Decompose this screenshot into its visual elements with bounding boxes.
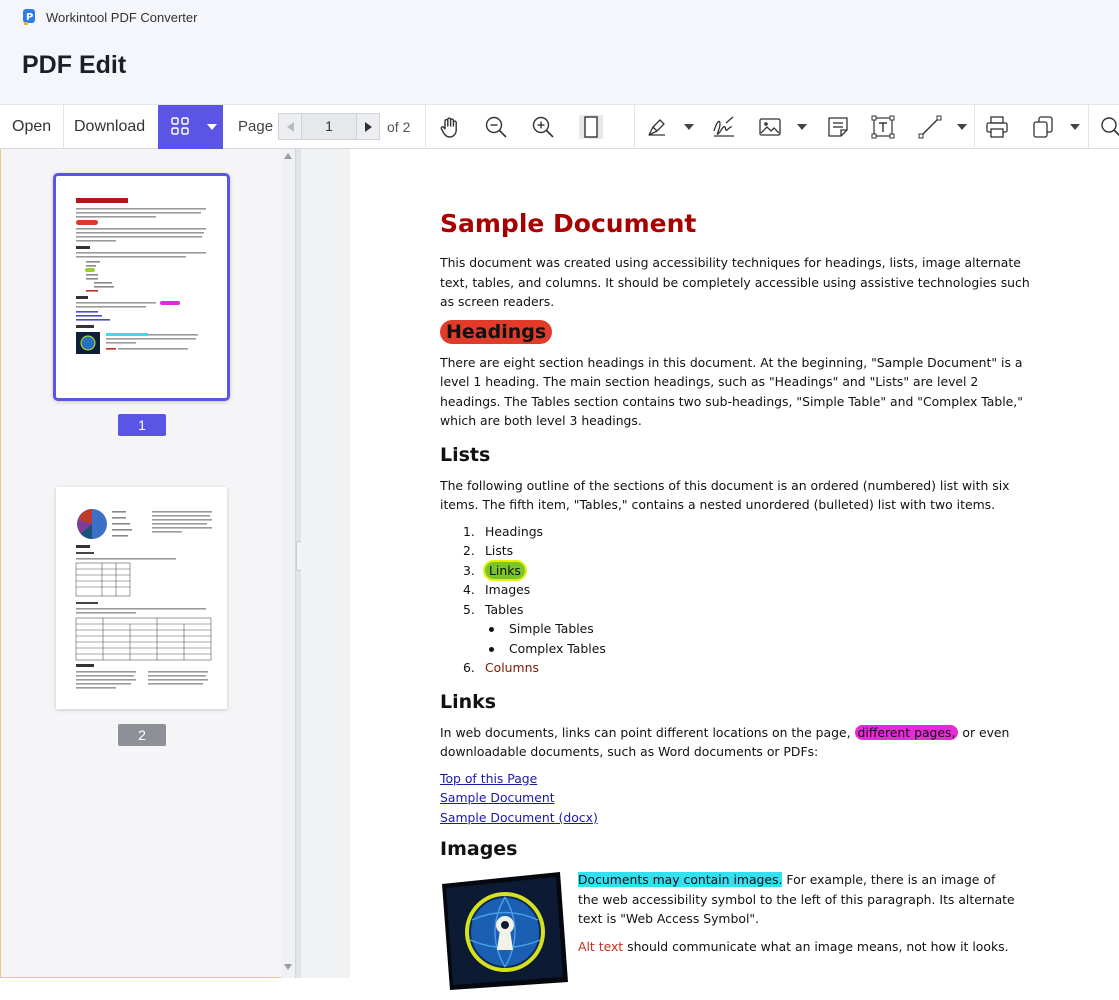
- list-item: 1. Headings: [463, 523, 544, 539]
- title-bar: P Workintool PDF Converter: [0, 0, 1119, 34]
- page-number-badge-2[interactable]: 2: [118, 724, 166, 746]
- chevron-down-icon[interactable]: [797, 124, 807, 130]
- link-sample-document-docx[interactable]: Sample Document (docx): [440, 808, 1040, 828]
- sidebar-scrollbar[interactable]: [281, 149, 295, 978]
- fit-page-icon[interactable]: [579, 115, 603, 139]
- search-icon[interactable]: [1099, 115, 1119, 139]
- chevron-down-icon[interactable]: [684, 124, 694, 130]
- pdf-page: Sample Document This document was create…: [350, 149, 1119, 990]
- signature-icon[interactable]: [712, 115, 736, 139]
- app-logo-icon: P: [23, 9, 35, 25]
- header: PDF Edit: [0, 34, 1119, 104]
- open-button[interactable]: Open: [12, 105, 51, 149]
- thumbnail-view-button[interactable]: [158, 105, 223, 149]
- headings-section-title: Headings: [440, 319, 553, 344]
- image-description: Documents may contain images. For exampl…: [578, 872, 1015, 954]
- link-sample-document[interactable]: Sample Document: [440, 788, 1040, 808]
- document-title: Sample Document: [440, 209, 697, 238]
- highlight-icon[interactable]: [645, 115, 669, 139]
- links-section-title: Links: [440, 690, 497, 713]
- toolbar-divider: [634, 105, 635, 149]
- list-item: 6. Columns: [463, 660, 539, 675]
- print-icon[interactable]: [985, 115, 1009, 139]
- image-highlight-text: Documents may contain images.: [578, 872, 783, 887]
- chevron-down-icon[interactable]: [1070, 124, 1080, 130]
- next-page-button[interactable]: [357, 114, 379, 139]
- page-title: PDF Edit: [22, 51, 127, 79]
- toolbar-divider: [974, 105, 975, 149]
- toolbar-divider: [425, 105, 426, 149]
- scroll-down-icon[interactable]: [284, 964, 292, 970]
- page-navigator: 1: [278, 113, 380, 140]
- page-thumbnail-2[interactable]: [56, 487, 227, 709]
- headings-paragraph: There are eight section headings in this…: [440, 354, 1023, 429]
- list-item: 2. Lists: [463, 543, 514, 558]
- list-item: 3. Links: [463, 561, 1040, 581]
- zoom-out-icon[interactable]: [484, 115, 508, 139]
- copy-icon[interactable]: [1031, 115, 1055, 139]
- toolbar: Open Download Page 1 of 2: [0, 104, 1119, 149]
- toolbar-divider: [63, 105, 64, 149]
- intro-paragraph: This document was created using accessib…: [440, 255, 1030, 309]
- chevron-down-icon[interactable]: [207, 124, 217, 130]
- page-1-preview: [76, 198, 206, 354]
- document-content: Sample Document This document was create…: [440, 209, 1040, 1000]
- links-paragraph: In web documents, links can point differ…: [440, 724, 1010, 759]
- grid-icon: [171, 117, 189, 135]
- scroll-up-icon[interactable]: [284, 153, 292, 159]
- page-label: Page: [238, 118, 274, 135]
- hand-icon[interactable]: [438, 115, 462, 139]
- toolbar-divider: [1088, 105, 1089, 149]
- list-item: Simple Tables: [487, 619, 1040, 639]
- page-2-preview: [75, 509, 212, 689]
- page-thumbnail-1[interactable]: [53, 173, 230, 401]
- images-section-title: Images: [440, 838, 518, 860]
- web-access-symbol-image: [442, 872, 568, 990]
- list-item: Complex Tables: [487, 639, 1040, 659]
- list-item: 5. Tables: [463, 601, 524, 617]
- svg-text:P: P: [26, 12, 33, 23]
- note-icon[interactable]: [826, 115, 850, 139]
- lists-paragraph: The following outline of the sections of…: [440, 477, 1010, 513]
- page-number-input[interactable]: 1: [301, 114, 357, 139]
- page-number-badge-1[interactable]: 1: [118, 414, 166, 436]
- nested-bullet-list: Simple Tables Complex Tables: [487, 619, 1040, 658]
- line-icon[interactable]: [918, 115, 942, 139]
- chevron-down-icon[interactable]: [957, 124, 967, 130]
- image-icon[interactable]: [758, 115, 782, 139]
- thumbnail-sidebar: 1 2: [0, 149, 281, 978]
- image-section: Documents may contain images. For exampl…: [440, 870, 1040, 1000]
- chevron-left-icon: [286, 121, 294, 132]
- ordered-list: 1. Headings 2. Lists 3. Links 4. Images 5. Ta…: [463, 522, 1040, 678]
- prev-page-button[interactable]: [279, 114, 301, 139]
- zoom-in-icon[interactable]: [531, 115, 555, 139]
- download-button[interactable]: Download: [74, 105, 145, 149]
- alt-text-label: Alt text: [578, 938, 624, 954]
- document-viewer: Sample Document This document was create…: [301, 149, 1119, 990]
- page-count: of 2: [387, 119, 411, 135]
- app-title: Workintool PDF Converter: [46, 9, 198, 25]
- link-top-of-page[interactable]: Top of this Page: [440, 769, 1040, 789]
- list-item: 4. Images: [463, 582, 531, 597]
- lists-section-title: Lists: [440, 443, 491, 466]
- chevron-right-icon: [364, 121, 372, 132]
- textbox-icon[interactable]: [871, 115, 895, 139]
